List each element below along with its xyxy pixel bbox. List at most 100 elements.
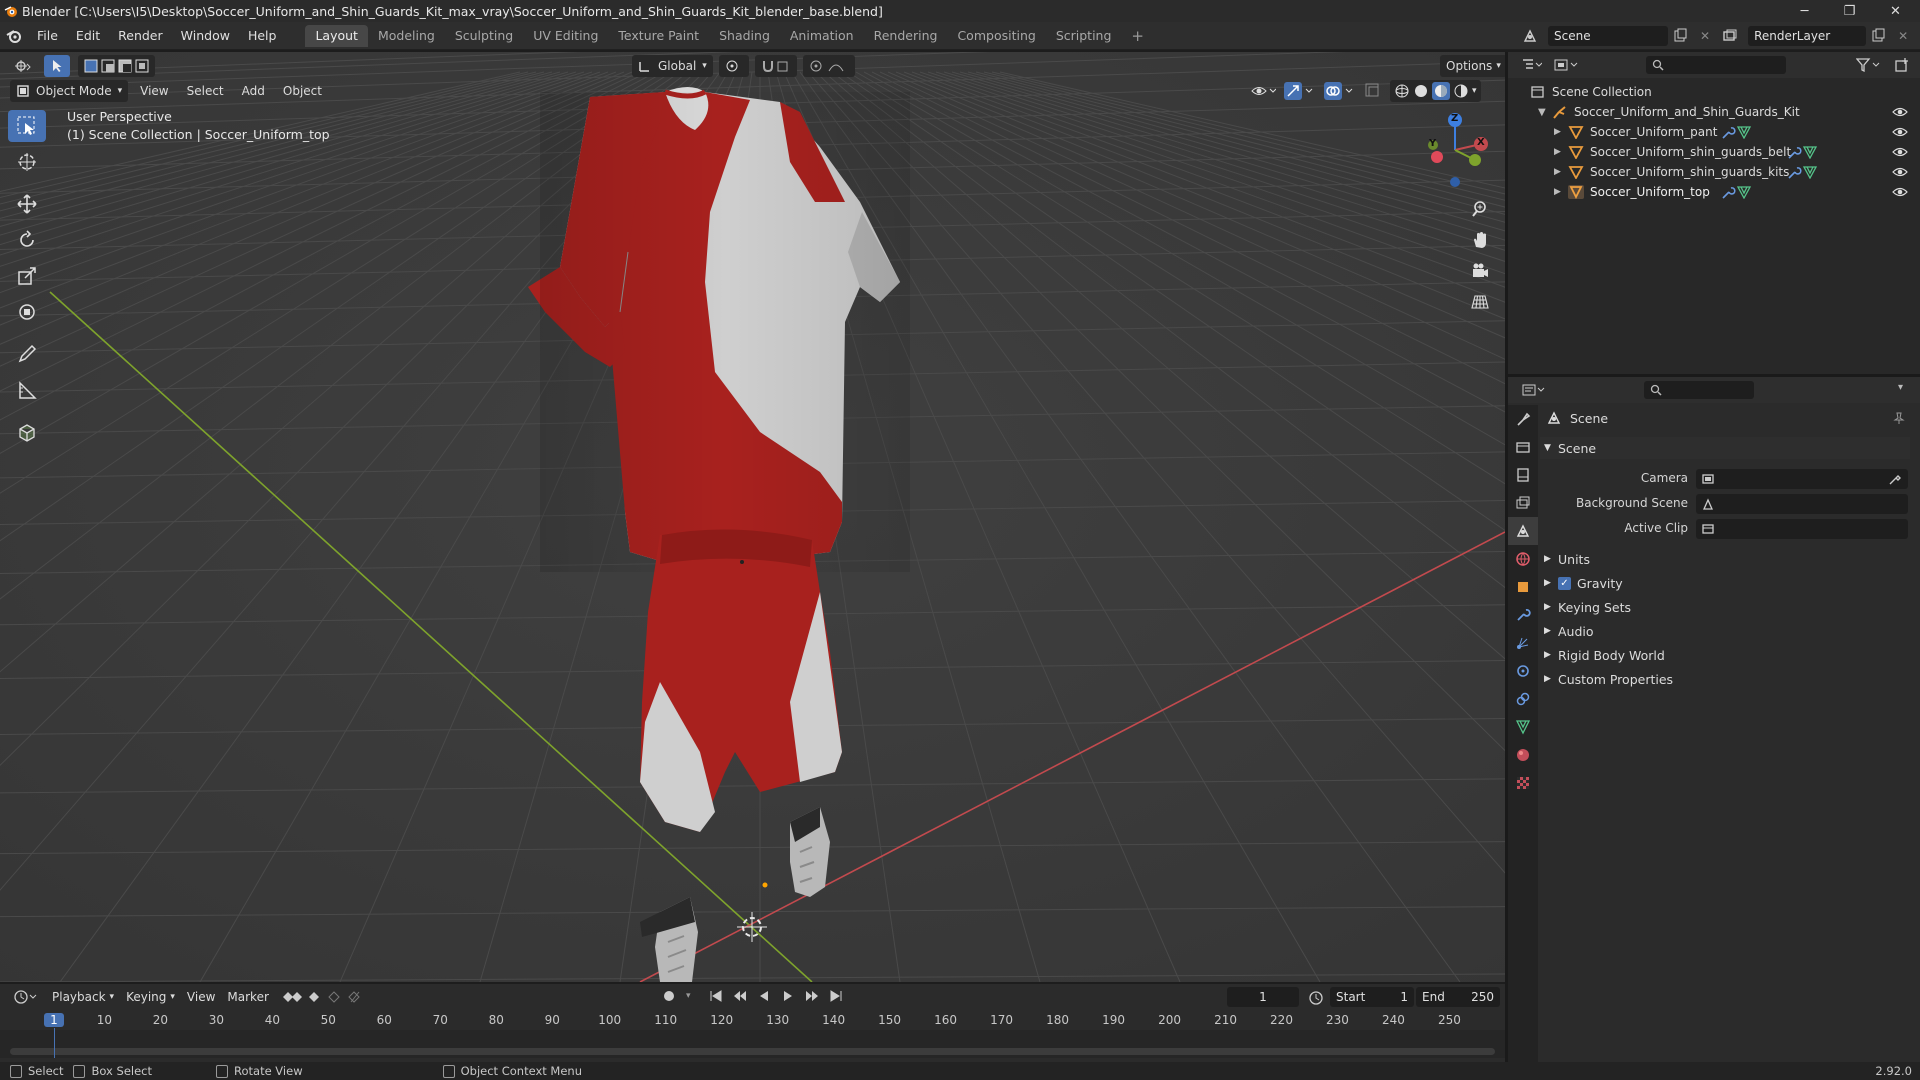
- solid-shading-icon[interactable]: [1413, 83, 1429, 99]
- marker-menu[interactable]: Marker: [221, 986, 274, 1008]
- menu-select[interactable]: Select: [181, 80, 230, 102]
- chevron-down-icon[interactable]: ▾: [1898, 382, 1903, 393]
- record-icon[interactable]: [662, 989, 676, 1003]
- tab-texture[interactable]: [1508, 769, 1538, 797]
- maximize-button[interactable]: ❐: [1827, 0, 1872, 22]
- pivot-point-dropdown[interactable]: [718, 55, 749, 77]
- preview-range-icon[interactable]: [1308, 990, 1324, 1006]
- menu-help[interactable]: Help: [239, 22, 286, 50]
- menu-window[interactable]: Window: [172, 22, 239, 50]
- measure-tool[interactable]: [8, 374, 46, 406]
- tab-constraints[interactable]: [1508, 685, 1538, 713]
- background-scene-field[interactable]: [1696, 494, 1908, 514]
- display-mode-button[interactable]: [1548, 54, 1586, 76]
- scene-panel-header[interactable]: ▼ Scene: [1540, 437, 1910, 459]
- tab-data[interactable]: [1508, 713, 1538, 741]
- overlays-toggle-icon[interactable]: [1324, 82, 1356, 100]
- annotate-tool[interactable]: [8, 338, 46, 370]
- keying-set-icon[interactable]: [347, 990, 363, 1004]
- menu-object[interactable]: Object: [277, 80, 328, 102]
- mesh-data-icon[interactable]: [1802, 145, 1818, 159]
- eyedropper-icon[interactable]: [1888, 472, 1902, 486]
- modifier-wrench-icon[interactable]: [1720, 185, 1736, 199]
- intersect-selection-icon[interactable]: [135, 59, 149, 73]
- minimize-button[interactable]: ─: [1782, 0, 1827, 22]
- mesh-data-icon[interactable]: [1736, 125, 1752, 139]
- timeline-view-menu[interactable]: View: [181, 986, 221, 1008]
- tab-modifiers[interactable]: [1508, 601, 1538, 629]
- timeline-editor-type-button[interactable]: [8, 986, 46, 1008]
- snap-toggle[interactable]: [754, 55, 797, 77]
- gravity-panel-header[interactable]: ▶ ✓ Gravity: [1540, 572, 1910, 594]
- outliner-search-input[interactable]: [1646, 56, 1786, 74]
- zoom-button[interactable]: [1466, 195, 1494, 223]
- add-cube-tool[interactable]: [8, 416, 46, 448]
- set-selection-icon[interactable]: [84, 59, 98, 73]
- camera-view-button[interactable]: [1466, 257, 1494, 285]
- object-mode-dropdown[interactable]: Object Mode ▾: [10, 80, 129, 102]
- tab-output[interactable]: [1508, 461, 1538, 489]
- play-reverse-icon[interactable]: [757, 989, 771, 1003]
- xray-toggle-icon[interactable]: [1364, 82, 1382, 100]
- gravity-checkbox[interactable]: ✓: [1558, 576, 1571, 590]
- chevron-down-icon[interactable]: ▾: [686, 991, 691, 1001]
- extend-selection-icon[interactable]: [101, 59, 115, 73]
- outliner-row-object[interactable]: ▶ Soccer_Uniform_shin_guards_kits: [1508, 162, 1920, 182]
- expand-arrow-icon[interactable]: ▼: [1538, 107, 1552, 118]
- tab-world[interactable]: [1508, 545, 1538, 573]
- viewport-3d[interactable]: [0, 52, 1505, 982]
- outliner-editor-type-button[interactable]: [1516, 54, 1548, 76]
- tab-uv-editing[interactable]: UV Editing: [523, 25, 608, 47]
- keying-sets-panel-header[interactable]: ▶ Keying Sets: [1540, 596, 1910, 618]
- tab-physics[interactable]: [1508, 657, 1538, 685]
- menu-view[interactable]: View: [134, 80, 174, 102]
- expand-arrow-icon[interactable]: ▶: [1554, 127, 1568, 137]
- transform-tool[interactable]: [8, 296, 46, 328]
- prev-keyframe-icon[interactable]: [733, 989, 747, 1003]
- tab-animation[interactable]: Animation: [780, 25, 864, 47]
- filter-icon[interactable]: [1856, 58, 1882, 72]
- tab-texture-paint[interactable]: Texture Paint: [608, 25, 709, 47]
- start-frame-field[interactable]: Start 1: [1330, 987, 1414, 1007]
- mesh-data-icon[interactable]: [1736, 185, 1752, 199]
- units-panel-header[interactable]: ▶ Units: [1540, 548, 1910, 570]
- remove-renderlayer-icon[interactable]: ✕: [1898, 29, 1908, 43]
- jump-start-icon[interactable]: [709, 989, 723, 1003]
- tab-particles[interactable]: [1508, 629, 1538, 657]
- tab-scene[interactable]: [1508, 517, 1538, 545]
- rotate-tool[interactable]: [8, 224, 46, 256]
- modifier-wrench-icon[interactable]: [1786, 165, 1802, 179]
- editor-type-button[interactable]: [8, 55, 38, 77]
- tab-layout[interactable]: Layout: [305, 25, 368, 47]
- tab-shading[interactable]: Shading: [709, 25, 780, 47]
- modifier-wrench-icon[interactable]: [1720, 125, 1736, 139]
- eye-icon[interactable]: [1892, 125, 1908, 139]
- keyframe-insert-icon[interactable]: [307, 990, 323, 1004]
- pin-icon[interactable]: [1892, 411, 1906, 425]
- next-keyframe-icon[interactable]: [805, 989, 819, 1003]
- playback-menu[interactable]: Playback ▾: [46, 986, 120, 1008]
- select-box-tool[interactable]: [8, 110, 46, 142]
- eye-icon[interactable]: [1892, 105, 1908, 119]
- mesh-data-icon[interactable]: [1802, 165, 1818, 179]
- move-tool[interactable]: [8, 188, 46, 220]
- menu-add[interactable]: Add: [236, 80, 271, 102]
- pan-button[interactable]: [1466, 226, 1494, 254]
- tab-compositing[interactable]: Compositing: [947, 25, 1045, 47]
- add-workspace-button[interactable]: +: [1121, 25, 1154, 47]
- tab-view-layer[interactable]: [1508, 489, 1538, 517]
- expand-arrow-icon[interactable]: ▶: [1554, 147, 1568, 157]
- scene-selector[interactable]: Scene: [1548, 26, 1668, 46]
- outliner-row-collection[interactable]: ▼ Soccer_Uniform_and_Shin_Guards_Kit: [1508, 102, 1920, 122]
- outliner-row-scene-collection[interactable]: Scene Collection: [1508, 82, 1920, 102]
- shading-mode-group[interactable]: ▾: [1390, 80, 1481, 102]
- play-icon[interactable]: [781, 989, 795, 1003]
- keying-menu[interactable]: Keying ▾: [120, 986, 181, 1008]
- toggle-ortho-button[interactable]: [1466, 288, 1494, 316]
- camera-field[interactable]: [1696, 469, 1908, 489]
- rendered-shading-icon[interactable]: [1453, 83, 1469, 99]
- outliner-row-object[interactable]: ▶ Soccer_Uniform_pant: [1508, 122, 1920, 142]
- keyframe-delete-icon[interactable]: [327, 990, 343, 1004]
- properties-editor-type-button[interactable]: [1516, 379, 1552, 401]
- eye-icon[interactable]: [1892, 165, 1908, 179]
